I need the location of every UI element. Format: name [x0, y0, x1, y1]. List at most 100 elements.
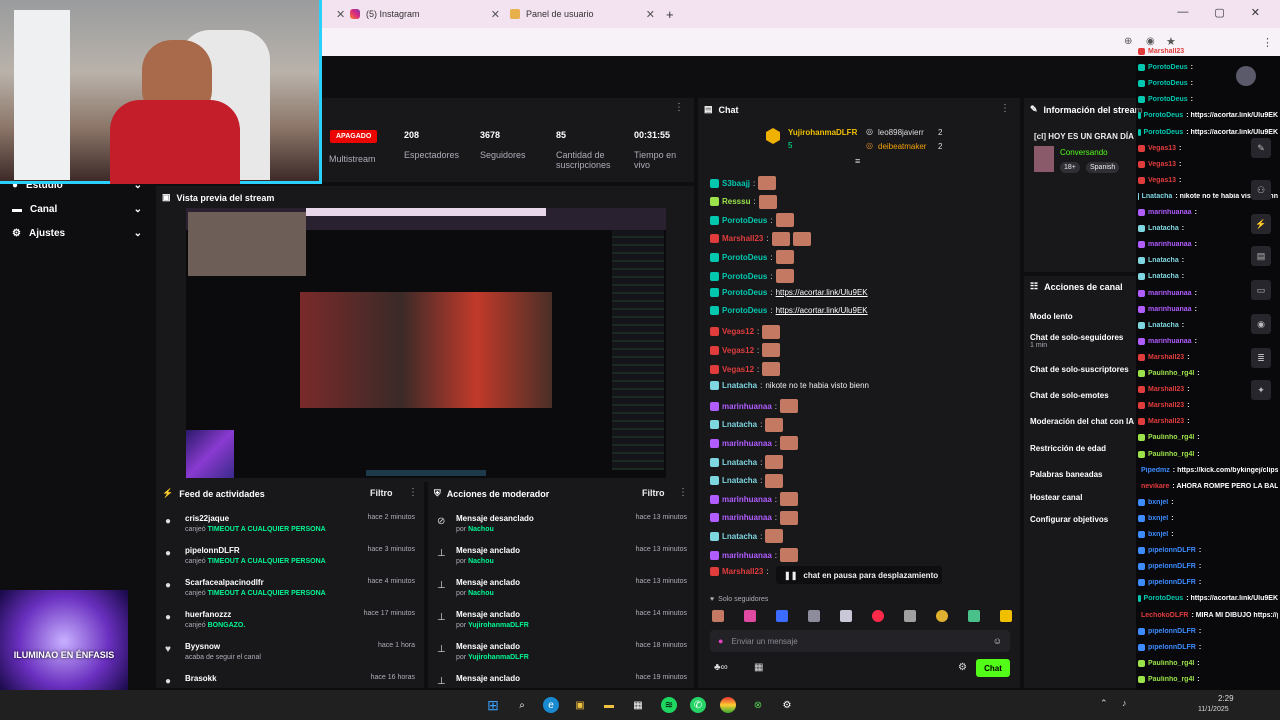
channel-action-item[interactable]: Configurar objetivos — [1030, 515, 1136, 524]
chat-username[interactable]: Lnatacha — [722, 381, 757, 390]
chat-username[interactable]: Vegas12 — [722, 327, 754, 336]
chat-username[interactable]: Resssu — [722, 197, 750, 206]
emote-icon[interactable] — [968, 610, 980, 622]
activity-row[interactable]: ● huerfanozzz canjeó BONGAZO. hace 17 minut… — [165, 610, 415, 629]
emote-icon[interactable] — [1000, 610, 1012, 622]
gifter-name[interactable]: deibeatmaker — [878, 142, 926, 151]
mod-action-row[interactable]: ⊥ Mensaje anclado por YujirohanmaDLFR hace … — [437, 642, 687, 661]
collapse-icon[interactable]: ≡ — [855, 156, 860, 166]
mod-user[interactable]: Nachou — [468, 590, 494, 597]
chat-username[interactable]: S3baajj — [722, 179, 750, 188]
windows-start-icon[interactable]: ⊞ — [485, 697, 501, 713]
chat-message[interactable]: Marshall23: — [710, 566, 769, 576]
emote-icon[interactable] — [872, 610, 884, 622]
mod-user[interactable]: Nachou — [468, 526, 494, 533]
chat-message[interactable]: marinhuanaa: — [710, 399, 799, 414]
points-icon[interactable]: ♣∞ — [714, 662, 728, 673]
emote-icon[interactable] — [904, 610, 916, 622]
more-options-icon[interactable]: ⋮ — [678, 487, 688, 498]
filter-button[interactable]: Filtro — [642, 488, 665, 498]
tab-close-prev[interactable]: ✕ — [336, 4, 345, 24]
user-icon[interactable]: ⚇ — [1251, 180, 1271, 200]
mic-icon[interactable]: ♪ — [1122, 698, 1127, 708]
more-options-icon[interactable]: ⋮ — [1000, 103, 1010, 114]
spotify-icon[interactable]: ≋ — [661, 697, 677, 713]
chat-message[interactable]: Resssu: — [710, 194, 777, 209]
tray-chevron-icon[interactable]: ⌃ — [1100, 698, 1108, 709]
star-icon[interactable]: ★ — [1166, 35, 1176, 48]
emote-icon[interactable] — [776, 610, 788, 622]
channel-action-item[interactable]: Palabras baneadas — [1030, 470, 1136, 479]
lightning-icon[interactable]: ⚡ — [1251, 214, 1271, 234]
mod-action-row[interactable]: ⊥ Mensaje anclado por YujirohanmaDLFR hace … — [437, 610, 687, 629]
chat-message[interactable]: marinhuanaa: — [710, 510, 799, 525]
more-options-icon[interactable]: ⋮ — [674, 102, 684, 113]
chat-message[interactable]: Lnatacha: — [710, 455, 784, 469]
activity-row[interactable]: ● Scarfacealpacinodlfr canjeó TIMEOUT A CU… — [165, 578, 415, 597]
channel-action-item[interactable]: Moderación del chat con IA — [1030, 417, 1136, 426]
chat-username[interactable]: Vegas12 — [722, 346, 754, 355]
mod-action-row[interactable]: ⊥ Mensaje anclado por Nachou hace 13 minuto… — [437, 578, 687, 597]
more-options-icon[interactable]: ⋮ — [408, 487, 418, 498]
chat-message[interactable]: PorotoDeus: — [710, 250, 794, 265]
tab-panel-de-usuario[interactable]: Panel de usuario ✕ — [510, 4, 655, 24]
chat-message[interactable]: PorotoDeus: — [710, 269, 794, 283]
profile-avatar[interactable] — [1236, 66, 1256, 86]
chat-message[interactable]: PorotoDeus: https://acortar.link/Ulu9EK — [710, 287, 868, 297]
pencil-icon[interactable]: ✎ — [1251, 138, 1271, 158]
activity-row[interactable]: ● cris22jaque canjeó TIMEOUT A CUALQUIER P… — [165, 514, 415, 533]
chat-username[interactable]: marinhuanaa — [722, 513, 772, 522]
photos-icon[interactable]: ▦ — [630, 697, 646, 713]
chat-message[interactable]: Lnatacha: nikote no te habia visto bienn — [710, 380, 869, 390]
search-icon[interactable]: ⌕ — [514, 697, 530, 713]
whatsapp-icon[interactable]: ✆ — [690, 697, 706, 713]
emote-icon[interactable] — [808, 610, 820, 622]
chat-username[interactable]: Lnatacha — [722, 458, 757, 467]
chat-username[interactable]: Vegas12 — [722, 365, 754, 374]
broadcast-icon[interactable]: ◉ — [1251, 314, 1271, 334]
chrome-icon[interactable] — [720, 697, 736, 713]
zoom-icon[interactable]: ⊕ — [1124, 36, 1132, 47]
clock-time[interactable]: 2:29 — [1218, 694, 1234, 703]
close-icon[interactable]: ✕ — [491, 8, 500, 21]
mod-user[interactable]: Nachou — [468, 558, 494, 565]
calendar-icon[interactable]: ▦ — [754, 662, 763, 673]
chat-paused-banner[interactable]: ❚❚ chat en pausa para desplazamiento — [776, 566, 942, 584]
chat-username[interactable]: marinhuanaa — [722, 551, 772, 560]
chat-username[interactable]: Lnatacha — [722, 420, 757, 429]
chat-message[interactable]: marinhuanaa: — [710, 492, 799, 507]
minimize-icon[interactable]: — — [1177, 6, 1188, 19]
activity-row[interactable]: ● pipelonnDLFR canjeó TIMEOUT A CUALQUIER … — [165, 546, 415, 565]
file-icon[interactable]: ▤ — [1251, 246, 1271, 266]
chat-link[interactable]: https://acortar.link/Ulu9EK — [776, 306, 868, 315]
clock-date[interactable]: 11/1/2025 — [1198, 706, 1229, 713]
folder-icon[interactable]: ▬ — [601, 697, 617, 713]
chat-message[interactable]: Vegas12: — [710, 362, 781, 376]
chat-username[interactable]: marinhuanaa — [722, 495, 772, 504]
chat-message[interactable]: Vegas12: — [710, 343, 781, 358]
channel-action-item[interactable]: Chat de solo-seguidores 1 min — [1030, 333, 1136, 349]
chat-link[interactable]: https://acortar.link/Ulu9EK — [776, 288, 868, 297]
channel-action-item[interactable]: Modo lento — [1030, 312, 1136, 321]
close-icon[interactable]: ✕ — [646, 8, 655, 21]
chat-username[interactable]: PorotoDeus — [722, 272, 767, 281]
store-icon[interactable]: ▣ — [572, 697, 588, 713]
activity-row[interactable]: ● Brasokk hace 16 horas — [165, 674, 415, 687]
chat-username[interactable]: PorotoDeus — [722, 306, 767, 315]
chat-username[interactable]: PorotoDeus — [722, 288, 767, 297]
preview-video[interactable] — [186, 208, 666, 478]
settings-icon[interactable]: ⚙ — [779, 697, 795, 713]
emote-icon[interactable] — [936, 610, 948, 622]
xbox-icon[interactable]: ⊗ — [750, 697, 766, 713]
mod-action-row[interactable]: ⊘ Mensaje desanclado por Nachou hace 13 min… — [437, 514, 687, 533]
channel-action-item[interactable]: Hostear canal — [1030, 493, 1136, 502]
edge-icon[interactable]: e — [543, 697, 559, 713]
wrench-icon[interactable]: ✦ — [1251, 380, 1271, 400]
gear-icon[interactable]: ⚙ — [958, 662, 967, 673]
mod-action-row[interactable]: ⊥ Mensaje anclado por Nachou hace 13 minuto… — [437, 546, 687, 565]
chat-message[interactable]: PorotoDeus: https://acortar.link/Ulu9EK — [710, 306, 868, 316]
top-gifter-name[interactable]: YujirohanmaDLFR — [788, 128, 857, 137]
chat-message[interactable]: Lnatacha: — [710, 417, 784, 432]
chat-message[interactable]: PorotoDeus: — [710, 213, 794, 228]
mod-action-row[interactable]: ⊥ Mensaje anclado hace 19 minutos — [437, 674, 687, 687]
